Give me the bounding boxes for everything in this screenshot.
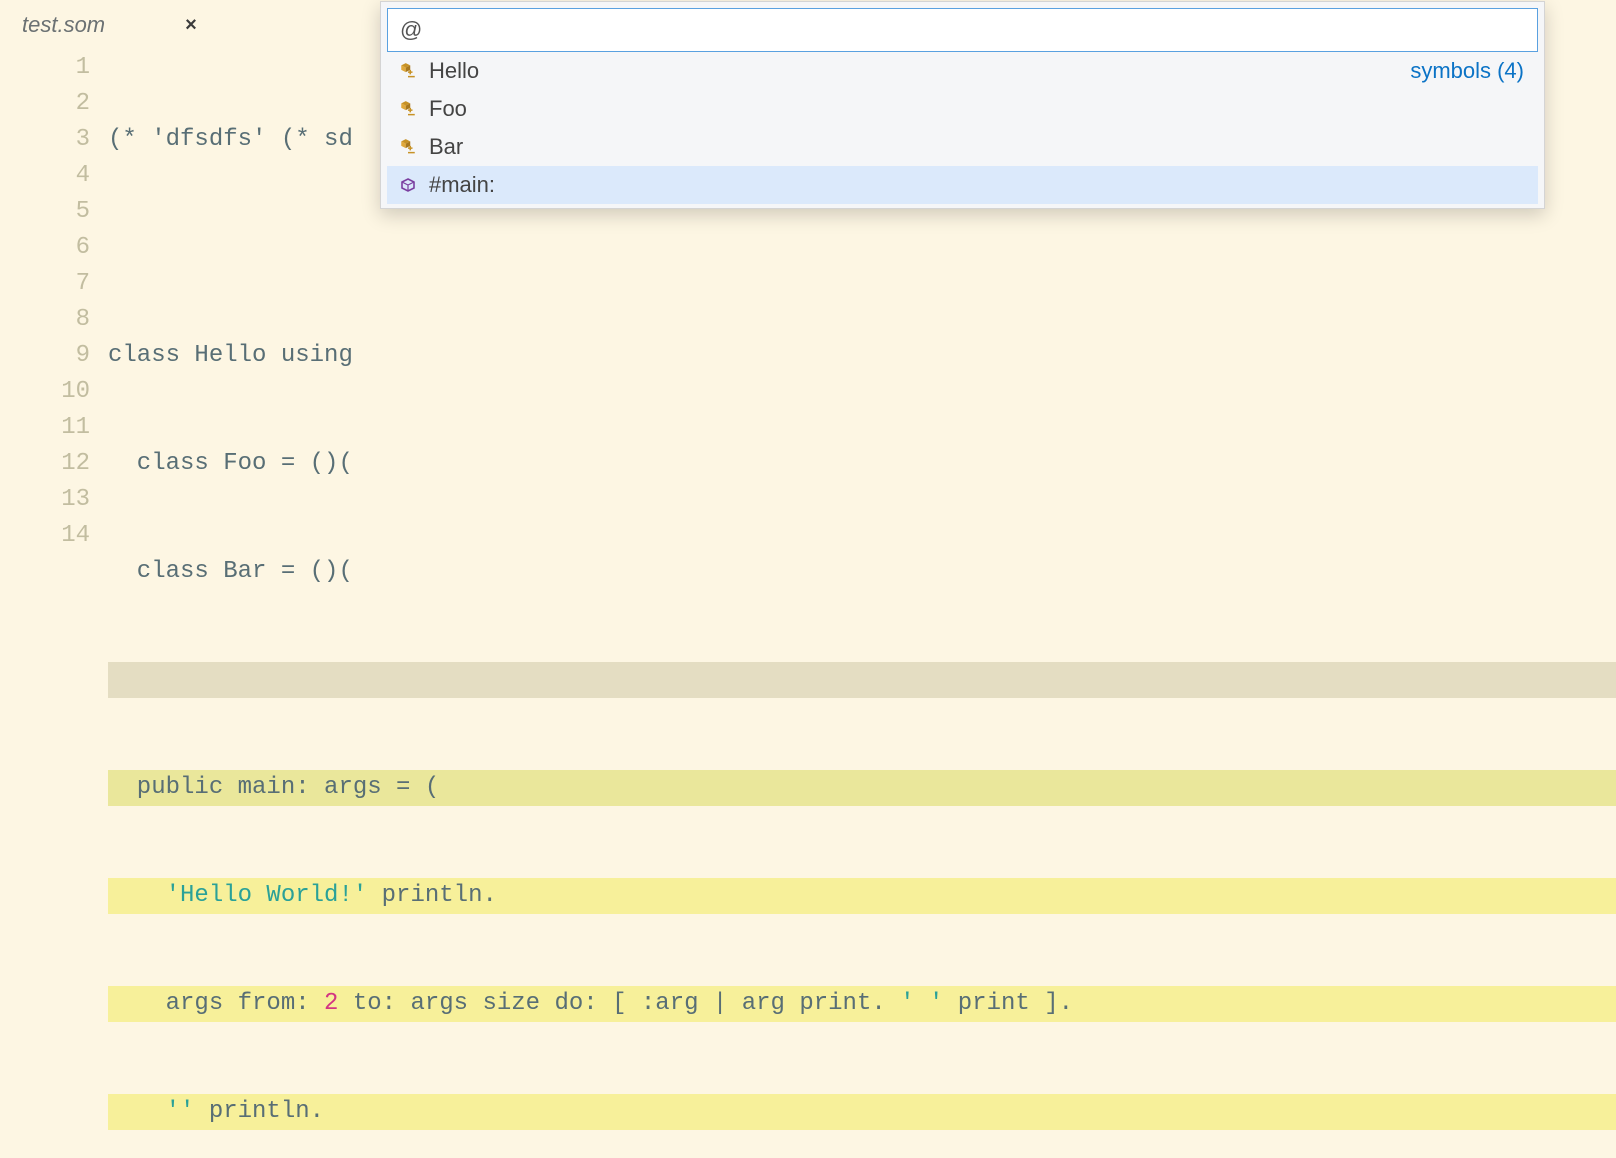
class-icon	[397, 98, 419, 120]
close-icon[interactable]: ×	[185, 14, 197, 37]
quick-open-item[interactable]: Foo	[387, 90, 1538, 128]
quick-open-item-label: Foo	[429, 96, 467, 122]
line-number: 11	[0, 410, 90, 446]
class-icon	[397, 60, 419, 82]
quick-open-panel: Hello symbols (4) Foo Bar #main:	[380, 1, 1545, 209]
line-number: 2	[0, 86, 90, 122]
code-line-cursor	[108, 662, 1616, 698]
line-number: 1	[0, 50, 90, 86]
code-line-highlight: '' println.	[108, 1094, 1616, 1130]
tab-test-som[interactable]: test.som ×	[0, 0, 219, 50]
gutter: 1234567891011121314	[0, 50, 108, 1158]
class-icon	[397, 136, 419, 158]
code-line: class Hello using	[108, 338, 1616, 374]
line-number: 7	[0, 266, 90, 302]
line-number: 14	[0, 518, 90, 554]
editor[interactable]: 1234567891011121314 (* 'dfsdfs' (* sd cl…	[0, 50, 1616, 1158]
quick-open-item-label: Bar	[429, 134, 463, 160]
quick-open-item[interactable]: #main:	[387, 166, 1538, 204]
quick-open-item[interactable]: Hello	[387, 52, 1538, 90]
symbols-count-link[interactable]: symbols (4)	[1410, 58, 1524, 84]
line-number: 9	[0, 338, 90, 374]
line-number: 10	[0, 374, 90, 410]
line-number: 13	[0, 482, 90, 518]
quick-open-input[interactable]	[387, 8, 1538, 52]
quick-open-item-label: #main:	[429, 172, 495, 198]
line-number: 3	[0, 122, 90, 158]
line-number: 5	[0, 194, 90, 230]
line-number: 12	[0, 446, 90, 482]
line-number: 4	[0, 158, 90, 194]
code-line-highlight: 'Hello World!' println.	[108, 878, 1616, 914]
line-number: 6	[0, 230, 90, 266]
tab-label: test.som	[22, 12, 105, 38]
code-line: class Foo = ()(	[108, 446, 1616, 482]
code-line-highlight: args from: 2 to: args size do: [ :arg | …	[108, 986, 1616, 1022]
code-area[interactable]: (* 'dfsdfs' (* sd class Hello using clas…	[108, 50, 1616, 1158]
code-line: class Bar = ()(	[108, 554, 1616, 590]
quick-open-item-label: Hello	[429, 58, 479, 84]
code-line-highlight: public main: args = (	[108, 770, 1616, 806]
code-line	[108, 230, 1616, 266]
quick-open-list: Hello symbols (4) Foo Bar #main:	[387, 52, 1538, 204]
line-number: 8	[0, 302, 90, 338]
quick-open-item[interactable]: Bar	[387, 128, 1538, 166]
method-icon	[397, 174, 419, 196]
